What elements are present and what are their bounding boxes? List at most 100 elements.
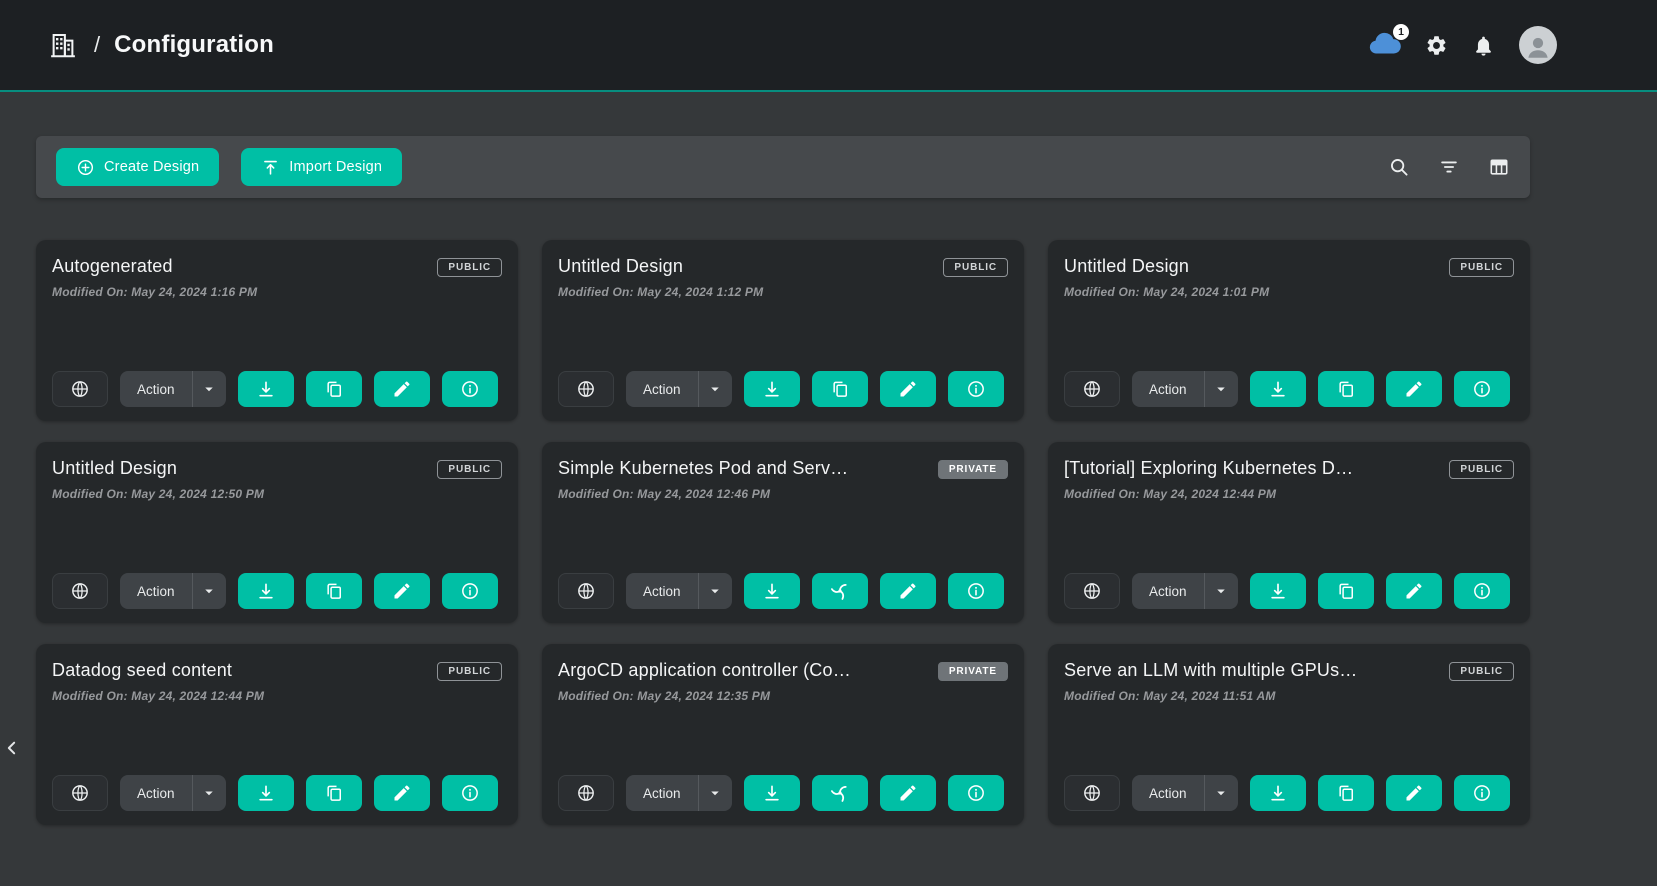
notification-count-badge: 1 (1393, 24, 1409, 40)
download-button[interactable] (238, 775, 294, 811)
pencil-icon (1404, 581, 1424, 601)
info-button[interactable] (1454, 371, 1510, 407)
action-dropdown-button[interactable] (698, 573, 732, 609)
action-dropdown-button[interactable] (192, 775, 226, 811)
table-view-icon[interactable] (1488, 156, 1510, 178)
edit-button[interactable] (1386, 775, 1442, 811)
action-button[interactable]: Action (120, 371, 192, 407)
user-avatar[interactable] (1519, 26, 1557, 64)
edit-button[interactable] (374, 371, 430, 407)
modified-date: Modified On: May 24, 2024 1:12 PM (558, 285, 1008, 299)
info-icon (460, 783, 480, 803)
info-icon (1472, 379, 1492, 399)
action-button[interactable]: Action (1132, 775, 1204, 811)
sidebar-collapse-toggle[interactable] (2, 735, 22, 766)
action-button[interactable]: Action (1132, 573, 1204, 609)
clone-button[interactable] (1318, 371, 1374, 407)
chevron-down-icon (200, 582, 218, 600)
bell-icon[interactable] (1472, 34, 1495, 57)
visibility-globe-button[interactable] (1064, 775, 1120, 811)
action-button[interactable]: Action (626, 775, 698, 811)
info-button[interactable] (442, 371, 498, 407)
gear-icon[interactable] (1425, 34, 1448, 57)
download-button[interactable] (1250, 573, 1306, 609)
visibility-globe-button[interactable] (52, 573, 108, 609)
info-button[interactable] (948, 573, 1004, 609)
action-dropdown-button[interactable] (192, 371, 226, 407)
download-button[interactable] (1250, 775, 1306, 811)
download-button[interactable] (744, 775, 800, 811)
visibility-globe-button[interactable] (1064, 573, 1120, 609)
info-button[interactable] (948, 775, 1004, 811)
visibility-globe-button[interactable] (52, 371, 108, 407)
building-icon[interactable] (48, 30, 78, 60)
modified-date: Modified On: May 24, 2024 12:35 PM (558, 689, 1008, 703)
clone-button[interactable] (306, 371, 362, 407)
import-design-button[interactable]: Import Design (241, 148, 402, 186)
info-button[interactable] (1454, 775, 1510, 811)
action-dropdown-button[interactable] (698, 775, 732, 811)
download-button[interactable] (238, 573, 294, 609)
person-icon (1523, 32, 1553, 62)
clone-button[interactable] (306, 573, 362, 609)
copy-icon (324, 379, 344, 399)
visibility-globe-button[interactable] (558, 775, 614, 811)
edit-button[interactable] (880, 775, 936, 811)
edit-button[interactable] (374, 573, 430, 609)
download-icon (256, 783, 276, 803)
edit-button[interactable] (374, 775, 430, 811)
visibility-badge: PUBLIC (437, 460, 502, 479)
modified-date: Modified On: May 24, 2024 1:01 PM (1064, 285, 1514, 299)
visibility-globe-button[interactable] (558, 573, 614, 609)
modified-date: Modified On: May 24, 2024 12:50 PM (52, 487, 502, 501)
clone-button[interactable] (1318, 775, 1374, 811)
filter-icon[interactable] (1438, 156, 1460, 178)
card-actions: Action (558, 371, 1008, 407)
design-title: Untitled Design (1064, 256, 1189, 277)
chevron-down-icon (200, 784, 218, 802)
download-button[interactable] (1250, 371, 1306, 407)
info-button[interactable] (1454, 573, 1510, 609)
action-button[interactable]: Action (120, 775, 192, 811)
action-dropdown-button[interactable] (192, 573, 226, 609)
design-spiral-button[interactable] (812, 775, 868, 811)
action-dropdown-button[interactable] (1204, 371, 1238, 407)
design-title: Datadog seed content (52, 660, 232, 681)
clone-button[interactable] (1318, 573, 1374, 609)
action-dropdown-button[interactable] (698, 371, 732, 407)
clone-button[interactable] (812, 371, 868, 407)
edit-button[interactable] (1386, 371, 1442, 407)
action-split-button: Action (120, 371, 226, 407)
visibility-globe-button[interactable] (558, 371, 614, 407)
download-icon (1268, 783, 1288, 803)
action-button[interactable]: Action (1132, 371, 1204, 407)
design-card: ArgoCD application controller (Co… PRIVA… (542, 644, 1024, 825)
cloud-provider-icon[interactable]: 1 (1367, 28, 1401, 62)
info-button[interactable] (442, 775, 498, 811)
visibility-globe-button[interactable] (52, 775, 108, 811)
search-icon[interactable] (1388, 156, 1410, 178)
top-navigation-bar: / Configuration 1 (0, 0, 1657, 92)
download-button[interactable] (238, 371, 294, 407)
action-split-button: Action (1132, 775, 1238, 811)
design-card: Untitled Design PUBLIC Modified On: May … (542, 240, 1024, 421)
design-spiral-button[interactable] (812, 573, 868, 609)
info-button[interactable] (948, 371, 1004, 407)
action-button[interactable]: Action (626, 573, 698, 609)
edit-button[interactable] (1386, 573, 1442, 609)
action-button[interactable]: Action (120, 573, 192, 609)
visibility-globe-button[interactable] (1064, 371, 1120, 407)
edit-button[interactable] (880, 573, 936, 609)
action-dropdown-button[interactable] (1204, 775, 1238, 811)
design-title: [Tutorial] Exploring Kubernetes D… (1064, 458, 1353, 479)
clone-button[interactable] (306, 775, 362, 811)
edit-button[interactable] (880, 371, 936, 407)
info-button[interactable] (442, 573, 498, 609)
action-button[interactable]: Action (626, 371, 698, 407)
action-dropdown-button[interactable] (1204, 573, 1238, 609)
download-button[interactable] (744, 371, 800, 407)
create-design-button[interactable]: Create Design (56, 148, 219, 186)
globe-icon (576, 581, 596, 601)
design-card: Serve an LLM with multiple GPUs… PUBLIC … (1048, 644, 1530, 825)
download-button[interactable] (744, 573, 800, 609)
